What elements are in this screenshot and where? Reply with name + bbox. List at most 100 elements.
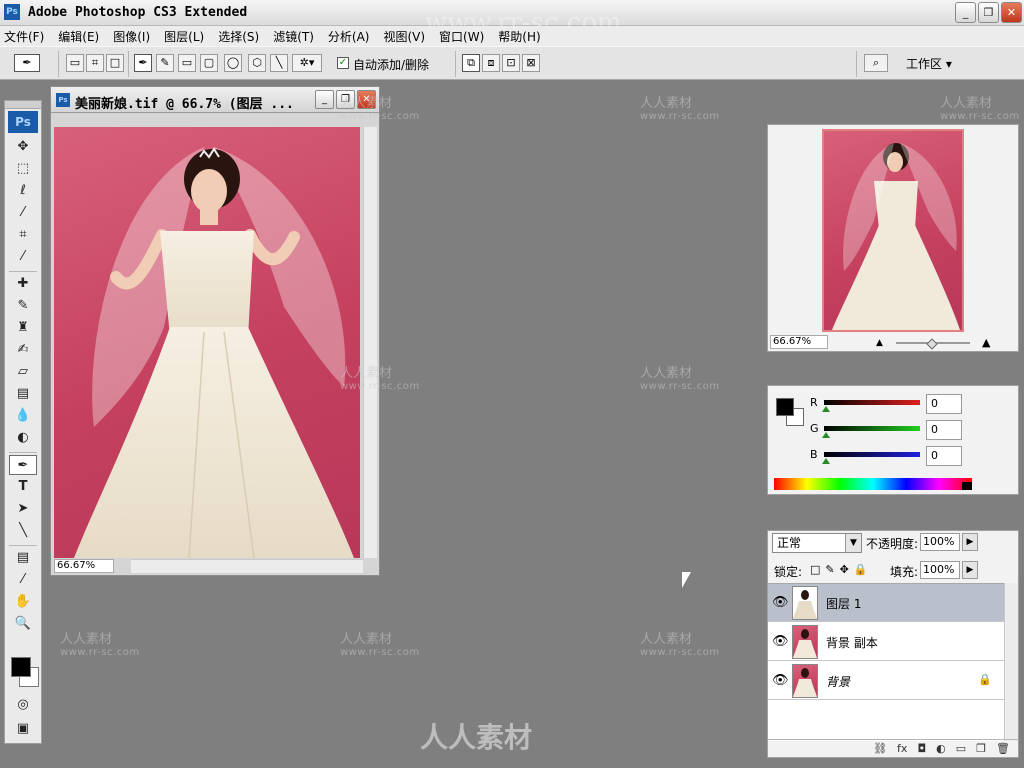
visibility-eye-icon[interactable]: 👁 bbox=[772, 673, 789, 688]
line-icon[interactable]: ╲ bbox=[9, 521, 37, 541]
layer-row-1[interactable]: 👁 图层 1 bbox=[768, 584, 1004, 622]
green-slider[interactable] bbox=[824, 426, 920, 431]
restore-button[interactable]: ❐ bbox=[978, 2, 999, 23]
screen-mode-icon[interactable]: ▣ bbox=[9, 719, 37, 739]
foreground-color-swatch[interactable] bbox=[11, 657, 31, 677]
custom-shape-icon[interactable]: ✲▾ bbox=[292, 54, 322, 72]
auto-add-delete-checkbox[interactable]: ✓ bbox=[337, 57, 349, 69]
adjustment-icon[interactable]: ◐ bbox=[936, 742, 946, 755]
menu-file[interactable]: 文件(F) bbox=[4, 28, 44, 45]
pen-tool-preset-icon[interactable]: ✒ bbox=[14, 54, 40, 72]
eraser-icon[interactable]: ▱ bbox=[9, 362, 37, 382]
lasso-icon[interactable]: ℓ bbox=[9, 181, 37, 201]
move-icon[interactable]: ✥ bbox=[9, 137, 37, 157]
rectangle-icon[interactable]: ▭ bbox=[178, 54, 196, 72]
blue-value-input[interactable]: 0 bbox=[926, 446, 962, 466]
fx-icon[interactable]: fx bbox=[897, 742, 907, 755]
menu-analysis[interactable]: 分析(A) bbox=[328, 28, 370, 45]
zoom-slider-knob[interactable] bbox=[926, 338, 938, 350]
type-icon[interactable]: T bbox=[9, 477, 37, 497]
document-zoom-field[interactable]: 66.67% bbox=[54, 559, 114, 573]
subtract-path-icon[interactable]: ⧈ bbox=[482, 54, 500, 72]
image-canvas[interactable] bbox=[54, 127, 360, 558]
stamp-icon[interactable]: ♜ bbox=[9, 318, 37, 338]
red-slider-knob[interactable] bbox=[822, 406, 830, 412]
trash-icon[interactable]: 🗑 bbox=[996, 742, 1010, 755]
crop-icon[interactable]: ⌗ bbox=[9, 225, 37, 245]
visibility-eye-icon[interactable]: 👁 bbox=[772, 634, 789, 649]
line-icon[interactable]: ╲ bbox=[270, 54, 288, 72]
paths-icon[interactable]: ⌗ bbox=[86, 54, 104, 72]
menu-edit[interactable]: 编辑(E) bbox=[58, 28, 99, 45]
visibility-eye-icon[interactable]: 👁 bbox=[772, 595, 789, 610]
rounded-rectangle-icon[interactable]: ▢ bbox=[200, 54, 218, 72]
gradient-icon[interactable]: ▤ bbox=[9, 384, 37, 404]
menu-filter[interactable]: 滤镜(T) bbox=[273, 28, 314, 45]
zoom-icon[interactable]: 🔍 bbox=[9, 614, 37, 634]
exclude-path-icon[interactable]: ⊠ bbox=[522, 54, 540, 72]
marquee-icon[interactable]: ⬚ bbox=[9, 159, 37, 179]
opacity-arrow-icon[interactable]: ▶ bbox=[962, 533, 978, 551]
lock-options[interactable]: □✎✥🔒 bbox=[810, 563, 873, 576]
link-icon[interactable]: ⛓ bbox=[873, 742, 887, 755]
intersect-path-icon[interactable]: ⊡ bbox=[502, 54, 520, 72]
close-button[interactable]: ✕ bbox=[1001, 2, 1022, 23]
healing-icon[interactable]: ✚ bbox=[9, 274, 37, 294]
color-spectrum[interactable] bbox=[774, 478, 972, 490]
color-foreground-swatch[interactable] bbox=[776, 398, 794, 416]
red-slider[interactable] bbox=[824, 400, 920, 405]
red-value-input[interactable]: 0 bbox=[926, 394, 962, 414]
mask-icon[interactable]: ◘ bbox=[917, 742, 926, 755]
freeform-pen-icon[interactable]: ✎ bbox=[156, 54, 174, 72]
green-slider-knob[interactable] bbox=[822, 432, 830, 438]
hand-icon[interactable]: ✋ bbox=[9, 592, 37, 612]
folder-icon[interactable]: ▭ bbox=[956, 742, 966, 755]
workspace-menu[interactable]: 工作区 ▾ bbox=[906, 55, 952, 72]
notes-icon[interactable]: ▤ bbox=[9, 548, 37, 568]
opacity-input[interactable]: 100% bbox=[920, 533, 960, 551]
fill-pixels-icon[interactable]: □ bbox=[106, 54, 124, 72]
new-layer-icon[interactable]: ❐ bbox=[976, 742, 986, 755]
bridge-icon[interactable]: ⌕ bbox=[864, 54, 888, 72]
doc-close-button[interactable]: ✕ bbox=[357, 90, 376, 109]
path-select-icon[interactable]: ➤ bbox=[9, 499, 37, 519]
chevron-down-icon[interactable]: ▼ bbox=[845, 534, 861, 552]
fill-arrow-icon[interactable]: ▶ bbox=[962, 561, 978, 579]
blue-slider[interactable] bbox=[824, 452, 920, 457]
layer-row-2[interactable]: 👁 背景 副本 bbox=[768, 623, 1004, 661]
document-titlebar[interactable]: Ps 美丽新娘.tif @ 66.7% (图层 ... _ ❐ ✕ bbox=[51, 87, 379, 113]
menu-image[interactable]: 图像(I) bbox=[113, 28, 150, 45]
green-value-input[interactable]: 0 bbox=[926, 420, 962, 440]
photoshop-badge-icon[interactable]: Ps bbox=[8, 111, 38, 133]
navigator-thumbnail[interactable] bbox=[822, 129, 964, 332]
history-brush-icon[interactable]: ✍ bbox=[9, 340, 37, 360]
menu-window[interactable]: 窗口(W) bbox=[439, 28, 484, 45]
minimize-button[interactable]: _ bbox=[955, 2, 976, 23]
ellipse-icon[interactable]: ◯ bbox=[224, 54, 242, 72]
doc-minimize-button[interactable]: _ bbox=[315, 90, 334, 109]
navigator-zoom-field[interactable]: 66.67% bbox=[770, 335, 828, 349]
black-swatch[interactable] bbox=[962, 482, 972, 490]
shape-layers-icon[interactable]: ▭ bbox=[66, 54, 84, 72]
dodge-icon[interactable]: ◐ bbox=[9, 428, 37, 448]
brush-icon[interactable]: ✎ bbox=[9, 296, 37, 316]
layer-row-3[interactable]: 👁 背景 🔒 bbox=[768, 662, 1004, 700]
menu-select[interactable]: 选择(S) bbox=[218, 28, 259, 45]
menu-layer[interactable]: 图层(L) bbox=[164, 28, 204, 45]
layers-scrollbar[interactable] bbox=[1004, 583, 1018, 741]
doc-restore-button[interactable]: ❐ bbox=[336, 90, 355, 109]
blend-mode-select[interactable]: 正常 ▼ bbox=[772, 533, 862, 553]
horizontal-scrollbar[interactable] bbox=[131, 559, 363, 573]
vertical-scrollbar[interactable] bbox=[363, 127, 377, 558]
fill-input[interactable]: 100% bbox=[920, 561, 960, 579]
blur-icon[interactable]: 💧 bbox=[9, 406, 37, 426]
menu-help[interactable]: 帮助(H) bbox=[498, 28, 540, 45]
eyedropper2-icon[interactable]: ⁄ bbox=[9, 570, 37, 590]
menu-view[interactable]: 视图(V) bbox=[383, 28, 425, 45]
blue-slider-knob[interactable] bbox=[822, 458, 830, 464]
add-to-path-icon[interactable]: ⧉ bbox=[462, 54, 480, 72]
eyedropper-icon[interactable]: ⁄ bbox=[9, 247, 37, 267]
quick-mask-icon[interactable]: ◎ bbox=[9, 695, 37, 715]
zoom-in-icon[interactable]: ▲ bbox=[982, 336, 990, 349]
pen-icon[interactable]: ✒ bbox=[134, 54, 152, 72]
